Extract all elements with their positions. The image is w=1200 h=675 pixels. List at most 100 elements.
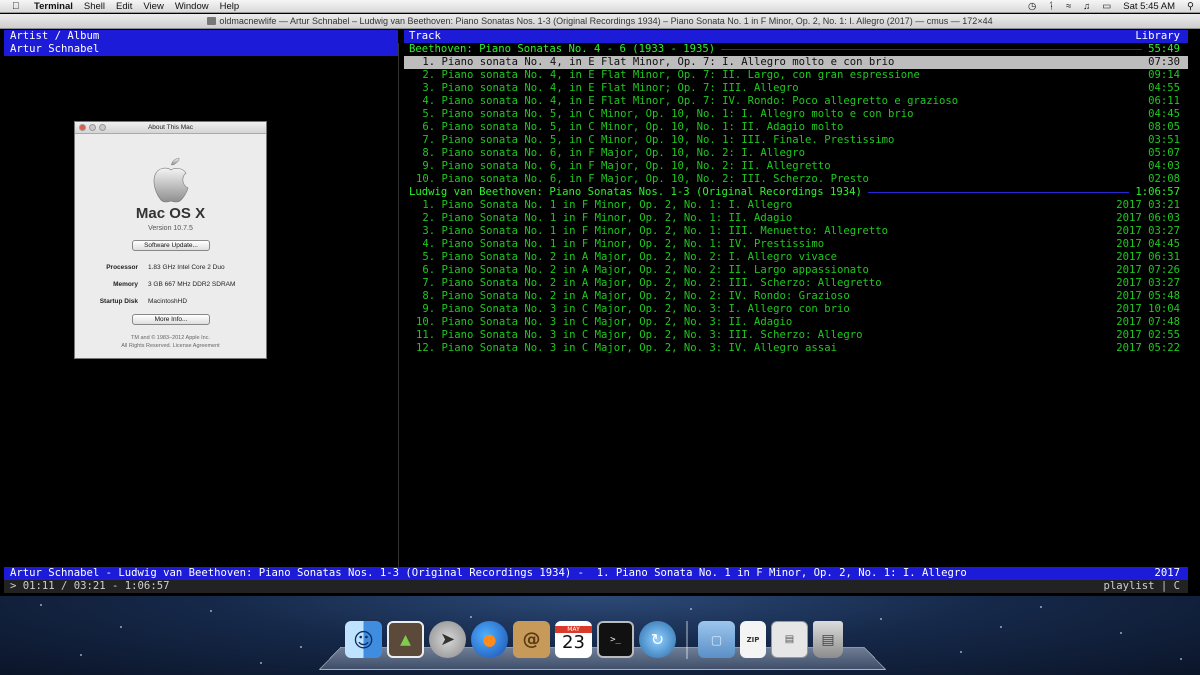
track-row[interactable]: 11. Piano Sonata No. 3 in C Major, Op. 2…: [404, 329, 1188, 342]
battery-icon[interactable]: ▭: [1102, 0, 1111, 13]
track-row[interactable]: 9. Piano Sonata No. 3 in C Major, Op. 2,…: [404, 303, 1188, 316]
track-title: 1. Piano Sonata No. 1 in F Minor, Op. 2,…: [416, 199, 793, 211]
track-title: 2. Piano sonata No. 4, in E Flat Minor, …: [416, 69, 920, 81]
track-duration: 05:48: [1148, 290, 1180, 302]
star-decoration: [80, 654, 82, 656]
os-name: Mac OS X: [135, 205, 206, 222]
track-row[interactable]: 10. Piano sonata No. 6, in F Major, Op. …: [404, 173, 1188, 186]
terminal-icon[interactable]: >_: [597, 621, 634, 658]
track-row[interactable]: 5. Piano Sonata No. 2 in A Major, Op. 2,…: [404, 251, 1188, 264]
track-meta: 2017 07:48: [1116, 316, 1180, 329]
terminal-title-bar[interactable]: oldmacnewlife — Artur Schnabel – Ludwig …: [0, 14, 1200, 29]
track-title: 6. Piano sonata No. 5, in C Minor, Op. 1…: [416, 121, 844, 133]
time-machine-icon[interactable]: ↻: [639, 621, 676, 658]
software-update-button[interactable]: Software Update...: [132, 240, 210, 251]
track-year: 2017: [1116, 329, 1142, 341]
time-machine-status-icon[interactable]: ◷: [1028, 0, 1036, 13]
spec-value: 3 GB 667 MHz DDR2 SDRAM: [148, 281, 236, 288]
track-title: 9. Piano sonata No. 6, in F Major, Op. 1…: [416, 160, 831, 172]
track-duration: 10:04: [1148, 303, 1180, 315]
track-year: 2017: [1116, 212, 1142, 224]
screenshot-icon[interactable]: ▤: [771, 621, 808, 658]
minimize-button[interactable]: [89, 124, 96, 131]
calendar-day: 23: [562, 632, 585, 653]
spotlight-icon[interactable]: ⚲: [1187, 0, 1194, 13]
track-title: 12. Piano Sonata No. 3 in C Major, Op. 2…: [416, 342, 837, 354]
menu-help[interactable]: Help: [220, 0, 248, 13]
track-year: 2017: [1116, 251, 1142, 263]
zip-archive-icon[interactable]: ZIP: [740, 621, 766, 658]
spec-label: Memory: [113, 281, 138, 288]
track-row[interactable]: 3. Piano sonata No. 4, in E Flat Minor; …: [404, 82, 1188, 95]
selected-artist[interactable]: Artur Schnabel: [4, 43, 398, 56]
track-title: 8. Piano sonata No. 6, in F Major, Op. 1…: [416, 147, 806, 159]
album-group-header: Ludwig van Beethoven: Piano Sonatas Nos.…: [404, 186, 1188, 199]
spec-label: Startup Disk: [99, 298, 138, 305]
track-row[interactable]: 10. Piano Sonata No. 3 in C Major, Op. 2…: [404, 316, 1188, 329]
terminal-window-title: oldmacnewlife — Artur Schnabel – Ludwig …: [219, 16, 993, 26]
star-decoration: [210, 610, 212, 612]
track-row[interactable]: 7. Piano Sonata No. 2 in A Major, Op. 2,…: [404, 277, 1188, 290]
about-this-mac-window[interactable]: About This Mac Mac OS X Version 10.7.5 S…: [74, 121, 267, 359]
track-row[interactable]: 5. Piano sonata No. 5, in C Minor, Op. 1…: [404, 108, 1188, 121]
menu-window[interactable]: Window: [175, 0, 217, 13]
track-row[interactable]: 6. Piano sonata No. 5, in C Minor, Op. 1…: [404, 121, 1188, 134]
wifi-icon[interactable]: ≈: [1066, 0, 1071, 13]
prompt-icon: >_: [610, 634, 621, 645]
bluetooth-icon[interactable]: ᛑ: [1048, 0, 1054, 13]
album-group-header: Beethoven: Piano Sonatas No. 4 - 6 (1933…: [404, 43, 1188, 56]
track-year: 2017: [1116, 277, 1142, 289]
track-year: 2017: [1116, 264, 1142, 276]
track-row[interactable]: 4. Piano Sonata No. 1 in F Minor, Op. 2,…: [404, 238, 1188, 251]
track-row[interactable]: 8. Piano Sonata No. 2 in A Major, Op. 2,…: [404, 290, 1188, 303]
menu-terminal[interactable]: Terminal: [34, 0, 81, 13]
finder-icon[interactable]: ☺: [345, 621, 382, 658]
track-row[interactable]: 4. Piano sonata No. 4, in E Flat Minor, …: [404, 95, 1188, 108]
license-text[interactable]: All Rights Reserved. License Agreement: [75, 342, 266, 350]
trash-icon[interactable]: ▤: [813, 621, 843, 658]
preview-icon[interactable]: ▲: [387, 621, 424, 658]
firefox-icon[interactable]: ●: [471, 621, 508, 658]
track-duration: 03:27: [1148, 225, 1180, 237]
launchpad-icon[interactable]: ➤: [429, 621, 466, 658]
star-decoration: [960, 651, 962, 653]
calendar-icon[interactable]: MAY 23: [555, 621, 592, 658]
close-button[interactable]: [79, 124, 86, 131]
menu-view[interactable]: View: [143, 0, 171, 13]
menu-edit[interactable]: Edit: [116, 0, 140, 13]
menu-shell[interactable]: Shell: [84, 0, 113, 13]
about-title: About This Mac: [147, 124, 194, 131]
apple-logo-icon: [153, 157, 189, 203]
track-row[interactable]: 7. Piano sonata No. 5, in C Minor, Op. 1…: [404, 134, 1188, 147]
track-row[interactable]: 2. Piano Sonata No. 1 in F Minor, Op. 2,…: [404, 212, 1188, 225]
dock: ☺ ▲ ➤ ● @ MAY 23 >_ ↻ ▢ ZIP ▤ ▤: [345, 621, 843, 663]
track-row[interactable]: 9. Piano sonata No. 6, in F Major, Op. 1…: [404, 160, 1188, 173]
track-row[interactable]: 1. Piano Sonata No. 1 in F Minor, Op. 2,…: [404, 199, 1188, 212]
clock[interactable]: Sat 5:45 AM: [1123, 0, 1175, 13]
apple-menu-icon[interactable]: : [12, 0, 20, 13]
track-row[interactable]: 1. Piano sonata No. 4, in E Flat Minor, …: [404, 56, 1188, 69]
track-row[interactable]: 3. Piano Sonata No. 1 in F Minor, Op. 2,…: [404, 225, 1188, 238]
command-line[interactable]: > 01:11 / 03:21 - 1:06:57 playlist | C: [4, 580, 1188, 593]
contacts-icon[interactable]: @: [513, 621, 550, 658]
track-meta: 08:05: [1148, 121, 1180, 134]
track-title: 5. Piano sonata No. 5, in C Minor, Op. 1…: [416, 108, 914, 120]
track-duration: 02:55: [1148, 329, 1180, 341]
trash-can-icon: ▤: [821, 631, 835, 648]
zoom-button[interactable]: [99, 124, 106, 131]
track-title: 11. Piano Sonata No. 3 in C Major, Op. 2…: [416, 329, 863, 341]
volume-icon[interactable]: ♫: [1083, 0, 1090, 13]
track-title: 3. Piano sonata No. 4, in E Flat Minor; …: [416, 82, 799, 94]
track-row[interactable]: 6. Piano Sonata No. 2 in A Major, Op. 2,…: [404, 264, 1188, 277]
track-row[interactable]: 2. Piano sonata No. 4, in E Flat Minor, …: [404, 69, 1188, 82]
track-duration: 04:45: [1148, 108, 1180, 120]
track-duration: 04:03: [1148, 160, 1180, 172]
track-meta: 2017 06:31: [1116, 251, 1180, 264]
track-row[interactable]: 12. Piano Sonata No. 3 in C Major, Op. 2…: [404, 342, 1188, 355]
about-title-bar[interactable]: About This Mac: [75, 122, 266, 134]
applications-folder-icon[interactable]: ▢: [698, 621, 735, 658]
star-decoration: [1120, 632, 1122, 634]
track-duration: 03:21: [1148, 199, 1180, 211]
more-info-button[interactable]: More Info...: [132, 314, 210, 325]
track-row[interactable]: 8. Piano sonata No. 6, in F Major, Op. 1…: [404, 147, 1188, 160]
